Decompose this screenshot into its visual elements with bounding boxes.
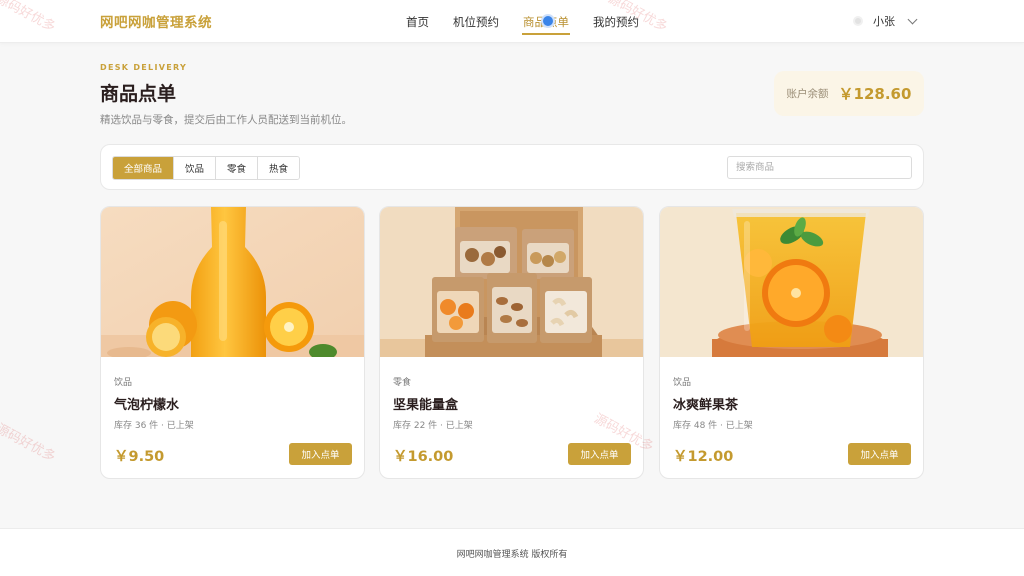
product-card: 饮品 冰爽鲜果茶 库存 48 件 · 已上架 ￥12.00 加入点单 [659, 206, 924, 479]
main-nav: 首页 机位预约 商品点单 我的预约 [405, 0, 640, 43]
category-tabs: 全部商品 饮品 零食 热食 [112, 156, 301, 180]
top-navbar: 网吧网咖管理系统 首页 机位预约 商品点单 我的预约 小张 [0, 0, 1024, 43]
nav-home[interactable]: 首页 [405, 0, 430, 43]
mouse-cursor-indicator [541, 14, 555, 28]
product-image-nut-box[interactable] [380, 207, 643, 357]
search-input[interactable] [727, 156, 912, 179]
product-stock: 库存 48 件 · 已上架 [673, 421, 753, 431]
nav-my-bookings[interactable]: 我的预约 [592, 0, 640, 43]
product-price: ￥12.00 [673, 449, 734, 465]
product-category: 饮品 [673, 378, 692, 388]
product-category: 零食 [393, 378, 412, 388]
product-price: ￥16.00 [393, 449, 454, 465]
nav-seat-booking[interactable]: 机位预约 [452, 0, 500, 43]
product-name: 冰爽鲜果茶 [673, 398, 739, 413]
user-menu[interactable]: 小张 [853, 13, 918, 29]
product-card: 零食 坚果能量盒 库存 22 件 · 已上架 ￥16.00 加入点单 [379, 206, 644, 479]
product-stock: 库存 22 件 · 已上架 [393, 421, 473, 431]
page-footer: 网吧网咖管理系统 版权所有 [0, 528, 1024, 576]
account-balance-card: 账户余额 ￥128.60 [774, 71, 924, 116]
tab-snacks[interactable]: 零食 [216, 157, 259, 179]
product-price: ￥9.50 [114, 449, 165, 465]
watermark: 源码好优多 [0, 421, 58, 466]
add-to-order-button[interactable]: 加入点单 [568, 443, 631, 465]
page-title: 商品点单 [100, 83, 177, 105]
balance-label: 账户余额 [786, 88, 829, 100]
footer-copyright: 网吧网咖管理系统 版权所有 [456, 550, 568, 560]
product-category: 饮品 [114, 378, 133, 388]
tab-drinks[interactable]: 饮品 [174, 157, 217, 179]
tab-all-products[interactable]: 全部商品 [113, 157, 175, 179]
add-to-order-button[interactable]: 加入点单 [289, 443, 352, 465]
user-name: 小张 [873, 15, 895, 28]
add-to-order-button[interactable]: 加入点单 [848, 443, 911, 465]
product-name: 气泡柠檬水 [114, 398, 180, 413]
brand-logo-text[interactable]: 网吧网咖管理系统 [100, 11, 212, 31]
page-eyebrow: DESK DELIVERY [100, 63, 188, 72]
product-image-fruit-tea[interactable] [660, 207, 923, 357]
page-subtitle: 精选饮品与零食，提交后由工作人员配送到当前机位。 [100, 114, 352, 126]
filter-bar: 全部商品 饮品 零食 热食 [100, 144, 924, 190]
product-image-lemonade[interactable] [101, 207, 364, 357]
avatar [853, 16, 863, 26]
tab-hot-food[interactable]: 热食 [258, 157, 300, 179]
balance-value: ￥128.60 [838, 85, 912, 103]
product-name: 坚果能量盒 [393, 398, 459, 413]
product-stock: 库存 36 件 · 已上架 [114, 421, 194, 431]
product-card: 饮品 气泡柠檬水 库存 36 件 · 已上架 ￥9.50 加入点单 [100, 206, 365, 479]
chevron-down-icon [907, 14, 918, 24]
